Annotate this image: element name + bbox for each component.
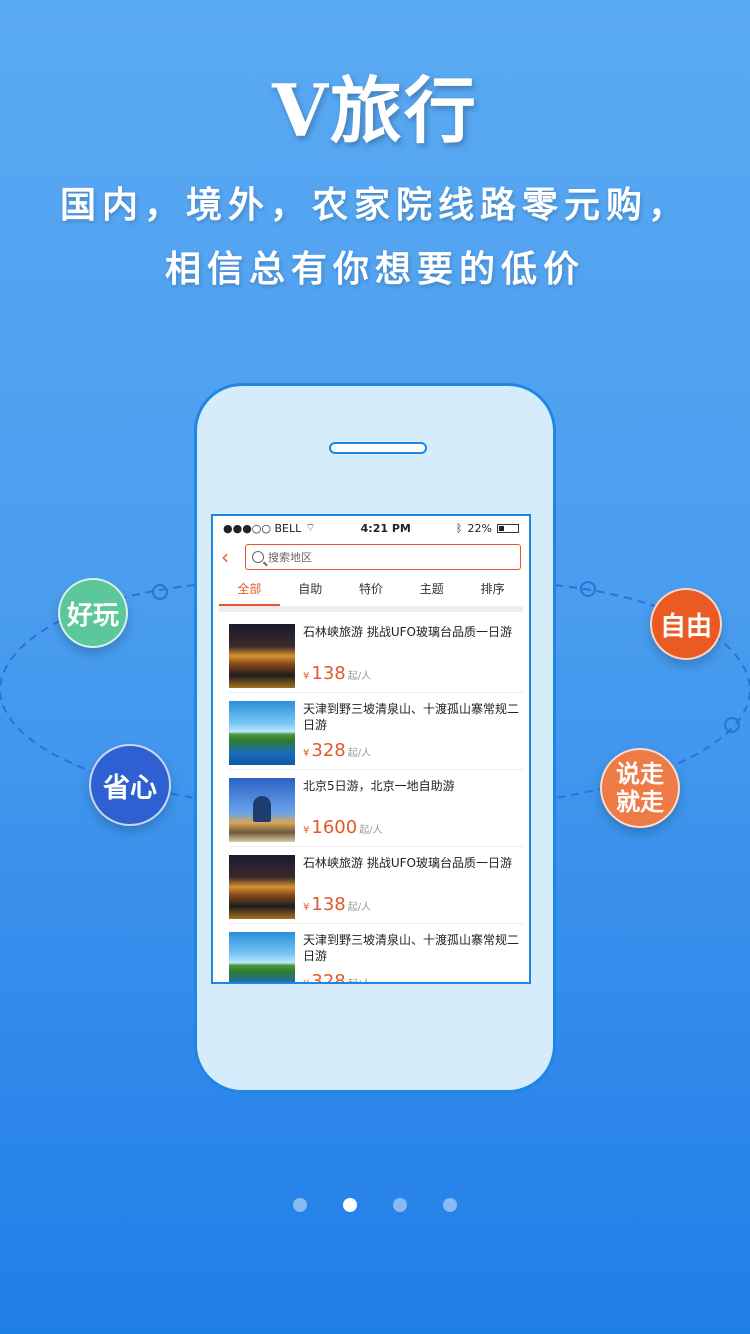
orbit-node xyxy=(152,584,168,600)
tour-title: 天津到野三坡清泉山、十渡孤山寨常规二日游 xyxy=(303,933,520,963)
carrier-label: ●●●○○ BELL xyxy=(223,521,302,535)
currency-symbol: ¥ xyxy=(303,671,310,682)
list-item[interactable]: 石林峡旅游 挑战UFO玻璃台品质一日游 ¥138 起/人 xyxy=(229,616,523,693)
tab-theme[interactable]: 主题 xyxy=(401,574,462,606)
tour-thumbnail xyxy=(229,624,295,688)
search-input[interactable]: 搜索地区 xyxy=(245,544,521,570)
tour-price: 328 xyxy=(311,740,346,761)
tour-thumbnail xyxy=(229,701,295,765)
bubble-ziyou-label: 自由 xyxy=(659,611,712,642)
phone-screen: ●●●○○ BELL ⌔ 4:21 PM ᛒ 22% ‹ 搜索地区 全部 自助 … xyxy=(211,514,531,984)
phone-mockup: ●●●○○ BELL ⌔ 4:21 PM ᛒ 22% ‹ 搜索地区 全部 自助 … xyxy=(194,383,556,1093)
price-unit: 起/人 xyxy=(347,748,372,759)
currency-symbol: ¥ xyxy=(303,902,310,913)
tab-all[interactable]: 全部 xyxy=(219,574,280,606)
back-chevron-icon[interactable]: ‹ xyxy=(221,545,237,569)
price-unit: 起/人 xyxy=(359,825,383,836)
tab-sort[interactable]: 排序 xyxy=(462,574,523,606)
filter-tabs: 全部 自助 特价 主题 排序 xyxy=(219,574,523,612)
status-time: 4:21 PM xyxy=(360,521,411,535)
tour-title: 石林峡旅游 挑战UFO玻璃台品质一日游 xyxy=(303,625,512,639)
tab-self-guided[interactable]: 自助 xyxy=(280,574,341,606)
price-unit: 起/人 xyxy=(347,671,372,682)
currency-symbol: ¥ xyxy=(303,748,310,759)
bubble-ziyou: 自由 xyxy=(650,588,722,660)
currency-symbol: ¥ xyxy=(303,979,309,982)
tour-thumbnail xyxy=(229,932,295,982)
page-dot[interactable] xyxy=(293,1198,307,1212)
list-item[interactable]: 石林峡旅游 挑战UFO玻璃台品质一日游 ¥138 起/人 xyxy=(229,847,523,924)
tour-price: 1600 xyxy=(311,817,358,838)
hero-subtitle-line2: 相信总有你想要的低价 xyxy=(164,248,585,290)
tour-title: 北京5日游，北京一地自助游 xyxy=(303,779,455,793)
tour-title: 石林峡旅游 挑战UFO玻璃台品质一日游 xyxy=(303,856,512,870)
list-item[interactable]: 天津到野三坡清泉山、十渡孤山寨常规二日游 ¥328起/人 xyxy=(229,924,523,984)
tour-list: 石林峡旅游 挑战UFO玻璃台品质一日游 ¥138 起/人 天津到野三坡清泉山、十渡… xyxy=(213,612,529,984)
list-item[interactable]: 北京5日游，北京一地自助游 ¥1600 起/人 xyxy=(229,770,523,847)
wifi-icon: ⌔ xyxy=(305,521,316,534)
tour-price: 138 xyxy=(311,894,346,915)
search-placeholder: 搜索地区 xyxy=(268,551,312,564)
tab-special-offer[interactable]: 特价 xyxy=(341,574,402,606)
page-dot[interactable] xyxy=(393,1198,407,1212)
search-icon xyxy=(252,551,264,563)
bubble-haowan: 好玩 xyxy=(58,578,128,648)
orbit-node xyxy=(724,717,740,733)
tour-thumbnail xyxy=(229,778,295,842)
hero-subtitle-line1: 国内，境外，农家院线路零元购， xyxy=(59,184,690,226)
currency-symbol: ¥ xyxy=(303,825,310,836)
price-unit: 起/人 xyxy=(348,975,371,982)
bubble-shuozou: 说走 就走 xyxy=(600,748,680,828)
status-bar: ●●●○○ BELL ⌔ 4:21 PM ᛒ 22% xyxy=(213,516,529,540)
list-item[interactable]: 天津到野三坡清泉山、十渡孤山寨常规二日游 ¥328起/人 xyxy=(229,693,523,770)
bubble-shuozou-line2: 就走 xyxy=(616,788,664,816)
battery-percent: 22% xyxy=(467,521,492,535)
hero-title: V旅行 xyxy=(272,68,478,153)
phone-speaker xyxy=(329,442,427,454)
tour-thumbnail xyxy=(229,855,295,919)
bubble-haowan-label: 好玩 xyxy=(66,600,119,631)
tour-price: 138 xyxy=(311,663,346,684)
bluetooth-icon: ᛒ xyxy=(455,521,463,535)
bubble-shengxin: 省心 xyxy=(89,744,171,826)
page-indicator xyxy=(0,1198,750,1212)
search-row: ‹ 搜索地区 xyxy=(213,540,529,574)
battery-icon xyxy=(496,523,519,533)
tour-title: 天津到野三坡清泉山、十渡孤山寨常规二日游 xyxy=(303,702,520,732)
page-dot-active[interactable] xyxy=(343,1198,357,1212)
bubble-shuozou-line1: 说走 xyxy=(616,760,664,788)
tour-price: 328 xyxy=(311,971,346,984)
price-unit: 起/人 xyxy=(347,902,372,913)
bubble-shengxin-label: 省心 xyxy=(103,772,157,804)
page-dot[interactable] xyxy=(443,1198,457,1212)
